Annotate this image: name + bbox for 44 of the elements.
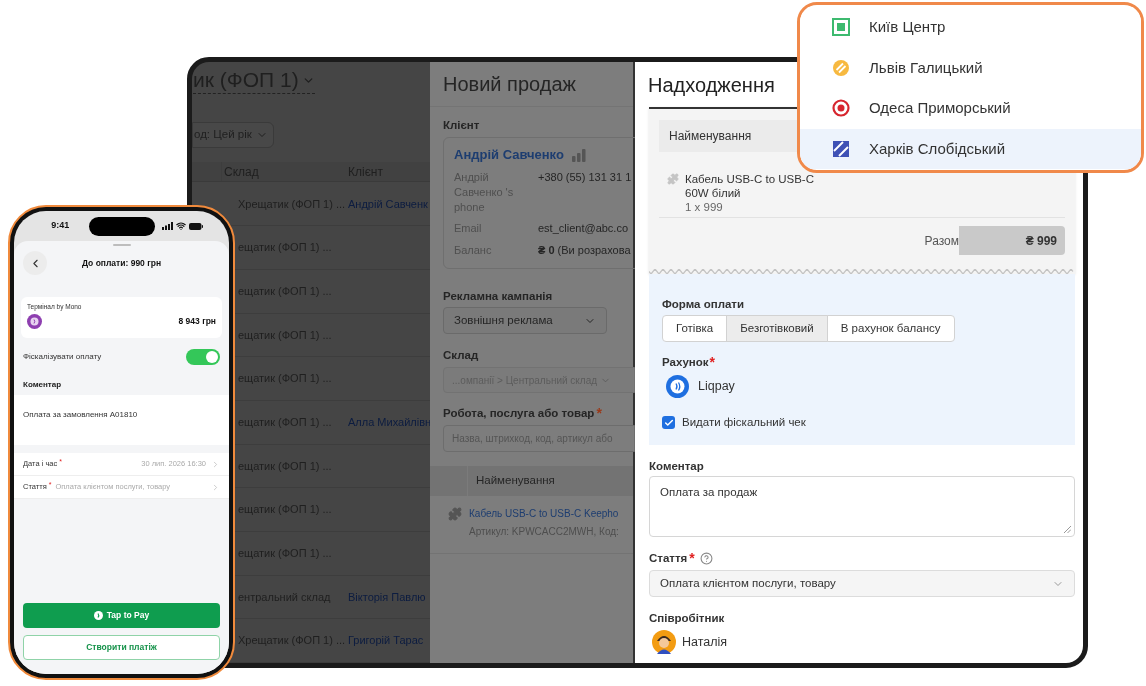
- sheet-title: До оплати: 990 грн: [80, 256, 163, 270]
- location-option[interactable]: Харків Слобідський: [800, 128, 1141, 169]
- field-label: Коментар: [649, 459, 705, 475]
- detail-value: ₴ 0 (Ви розрахова: [538, 243, 631, 258]
- required-mark: *: [709, 354, 716, 370]
- create-payment-button[interactable]: Створити платіж: [23, 635, 220, 660]
- comment-text: Оплата за замовлення A01810: [23, 410, 138, 419]
- field-label: Рекламна кампанія: [443, 289, 554, 304]
- column-header: Найменування: [475, 473, 555, 489]
- toggle-label: Фіскалізувати оплату: [23, 351, 102, 363]
- checkbox-label: Видати фіскальний чек: [682, 415, 806, 430]
- payment-method-tab[interactable]: Готівка: [662, 315, 728, 342]
- status-time: 9:41: [51, 219, 70, 233]
- field-label: Склад: [443, 348, 480, 363]
- detail-value: est_client@abc.co: [538, 221, 629, 236]
- field-label: Робота, послуга або товар: [443, 406, 595, 421]
- panel-title: Надходження: [648, 72, 775, 98]
- field-label: Коментар: [22, 379, 63, 391]
- field-label: Форма оплати: [662, 297, 746, 312]
- employee-name: Наталія: [682, 633, 728, 651]
- tap-to-pay-button[interactable]: Tap to Pay: [23, 603, 220, 628]
- comment-field[interactable]: Оплата за замовлення A01810: [14, 395, 229, 445]
- panel-title: Новий продаж: [443, 72, 576, 97]
- total-label: Разом: [924, 232, 959, 250]
- comment-text: Оплата за продаж: [660, 486, 758, 499]
- comment-field[interactable]: Оплата за продаж: [649, 476, 1075, 538]
- detail-value: +380 (55) 131 31 1: [538, 170, 632, 185]
- article-select[interactable]: Оплата клієнтом послуги, товару: [649, 570, 1075, 598]
- item-quantity: 1 x 999: [685, 200, 724, 214]
- field-label: Співробітник: [649, 611, 726, 627]
- total-value: ₴ 999: [959, 226, 1065, 255]
- item-name: 60W білий: [685, 186, 742, 200]
- campaign-select[interactable]: Зовнішня реклама: [443, 307, 607, 334]
- column-header: Найменування: [669, 128, 752, 145]
- item-name: Кабель USB-C to USB-C: [685, 172, 814, 186]
- required-mark: *: [596, 405, 602, 421]
- payment-method-tab[interactable]: В рахунок балансу: [826, 315, 955, 342]
- account-value: Liqpay: [698, 377, 735, 395]
- field-label: Рахунок: [662, 355, 709, 370]
- required-mark: *: [689, 550, 695, 567]
- field-label: Стаття: [649, 551, 688, 567]
- terminal-balance: 8 943 грн: [178, 315, 216, 328]
- payment-method-tab[interactable]: Безготівковий: [726, 315, 828, 342]
- field-label: Клієнт: [443, 118, 481, 133]
